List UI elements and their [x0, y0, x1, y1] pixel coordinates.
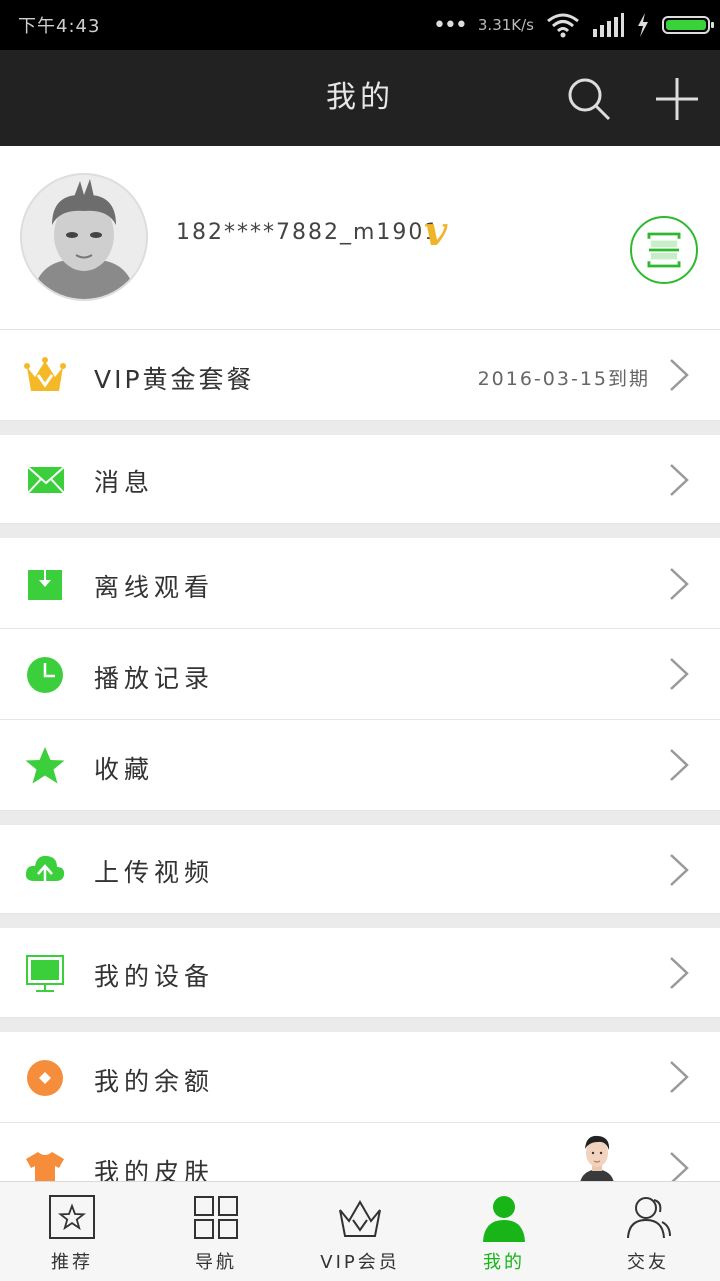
favorites-label: 收藏: [94, 755, 155, 784]
chevron-right-icon: [670, 1061, 689, 1093]
menu-item-favorites[interactable]: 收藏: [0, 720, 720, 811]
chevron-right-icon: [670, 359, 689, 391]
tab-label: 我的: [483, 1252, 525, 1273]
messages-label: 消息: [94, 468, 155, 497]
monitor-icon: [26, 955, 64, 992]
upload-label: 上传视频: [94, 858, 215, 887]
menu-item-offline[interactable]: 离线观看: [0, 538, 720, 629]
status-bar: 下午4:43 ••• 3.31K/s: [0, 0, 720, 50]
tab-label: 导航: [195, 1252, 237, 1273]
app-header: 我的: [0, 50, 720, 146]
chevron-right-icon: [670, 658, 689, 690]
vip-badge-icon: v: [424, 208, 448, 255]
tab-recommend[interactable]: 推荐: [0, 1182, 144, 1281]
signal-icon: [593, 13, 624, 37]
avatar[interactable]: [20, 173, 148, 301]
star-box-icon: [49, 1195, 95, 1239]
tab-vip[interactable]: VIP会员: [288, 1182, 432, 1281]
person-icon: [483, 1196, 525, 1242]
profile-card[interactable]: 182****7882_m1901 v: [0, 146, 720, 330]
network-speed: 3.31K/s: [477, 16, 534, 34]
chevron-right-icon: [670, 854, 689, 886]
bottom-tab-bar: 推荐 导航 VIP会员 我的 交友: [0, 1181, 720, 1281]
menu-item-balance[interactable]: 我的余额: [0, 1032, 720, 1123]
tab-mine[interactable]: 我的: [432, 1182, 576, 1281]
chevron-right-icon: [670, 568, 689, 600]
tab-friends[interactable]: 交友: [576, 1182, 720, 1281]
charging-icon: [638, 13, 648, 37]
devices-label: 我的设备: [94, 962, 215, 991]
status-right: ••• 3.31K/s: [432, 8, 714, 42]
vip-expiry: 2016-03-15到期: [477, 368, 650, 390]
chevron-right-icon: [670, 957, 689, 989]
skin-preview-portrait: [580, 1135, 614, 1183]
friends-icon: [627, 1197, 671, 1239]
wifi-icon: [547, 13, 579, 38]
avatar-face-icon: [22, 175, 146, 299]
search-icon[interactable]: [566, 76, 612, 122]
tab-label: 推荐: [51, 1252, 93, 1273]
menu-item-upload[interactable]: 上传视频: [0, 825, 720, 914]
star-icon: [25, 747, 65, 784]
tab-navigation[interactable]: 导航: [144, 1182, 288, 1281]
chevron-right-icon: [670, 464, 689, 496]
coin-icon: [27, 1060, 63, 1096]
crown-icon: [24, 357, 66, 391]
page-title: 我的: [326, 80, 394, 115]
crown-outline-icon: [339, 1200, 381, 1237]
vip-package-row[interactable]: VIP黄金套餐 2016-03-15到期: [0, 330, 720, 421]
offline-label: 离线观看: [94, 573, 215, 602]
balance-label: 我的余额: [94, 1067, 215, 1096]
grid-icon: [194, 1196, 238, 1239]
chevron-right-icon: [670, 749, 689, 781]
scan-icon[interactable]: [630, 216, 698, 284]
download-icon: [28, 564, 62, 600]
cloud-upload-icon: [25, 855, 65, 889]
battery-icon: [662, 16, 714, 34]
mail-icon: [27, 466, 65, 494]
menu-item-messages[interactable]: 消息: [0, 435, 720, 524]
menu-item-devices[interactable]: 我的设备: [0, 928, 720, 1018]
tab-label: 交友: [627, 1252, 669, 1273]
vip-package-label: VIP黄金套餐: [94, 365, 255, 394]
tab-label: VIP会员: [320, 1252, 400, 1273]
username: 182****7882_m1901: [176, 220, 441, 245]
menu-item-history[interactable]: 播放记录: [0, 629, 720, 720]
history-label: 播放记录: [94, 664, 215, 693]
clock-icon: [27, 657, 63, 693]
notification-dots-icon: •••: [432, 12, 468, 38]
status-time: 下午4:43: [18, 16, 101, 37]
plus-icon[interactable]: [654, 76, 700, 122]
chevron-right-icon: [670, 1152, 689, 1184]
